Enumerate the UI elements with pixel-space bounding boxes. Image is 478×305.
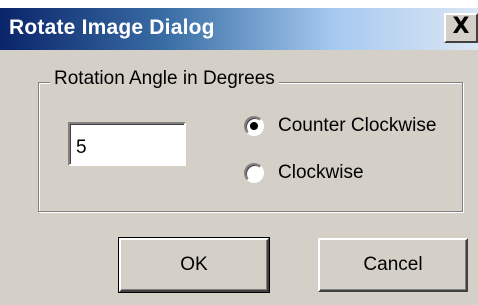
dialog-title: Rotate Image Dialog [9, 16, 215, 39]
radio-button-unselected[interactable] [244, 163, 264, 183]
counter-clockwise-label: Counter Clockwise [278, 115, 437, 136]
radio-button-selected[interactable] [244, 116, 264, 136]
close-icon: X [452, 14, 470, 39]
close-button[interactable]: X [444, 13, 478, 43]
radio-selected-dot [250, 122, 258, 130]
rotate-image-dialog: Rotate Image Dialog X Rotation Angle in … [0, 0, 478, 305]
rotation-angle-input[interactable] [68, 122, 186, 166]
radio-label-clip: Counter Clockwise [278, 115, 453, 137]
cancel-button[interactable]: Cancel [318, 238, 468, 292]
counter-clockwise-radio[interactable]: Counter Clockwise [244, 115, 453, 137]
clockwise-label: Clockwise [278, 162, 364, 183]
window-top-edge [0, 0, 478, 8]
groupbox-label: Rotation Angle in Degrees [50, 68, 279, 90]
radio-label-clip: Clockwise [278, 162, 453, 184]
title-bar[interactable]: Rotate Image Dialog X [0, 8, 478, 50]
ok-button[interactable]: OK [118, 237, 270, 293]
clockwise-radio[interactable]: Clockwise [244, 162, 453, 184]
